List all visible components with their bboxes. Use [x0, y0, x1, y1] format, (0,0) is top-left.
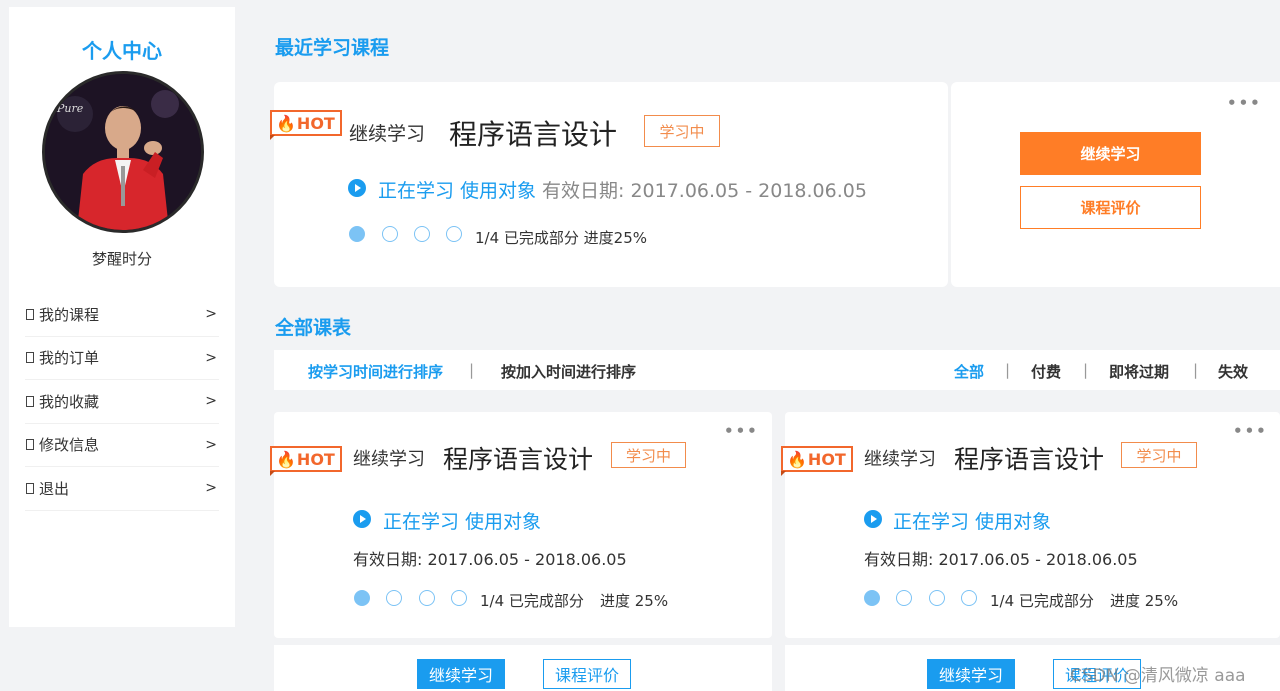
more-icon[interactable]: ••• [724, 422, 759, 440]
avatar-text: Pure [56, 102, 84, 115]
username: 梦醒时分 [91, 250, 152, 268]
filter-all[interactable]: 全部 [954, 361, 984, 382]
play-icon [353, 510, 371, 528]
progress-dot [961, 590, 977, 606]
recent-course-actions: ••• 继续学习 课程评价 [951, 82, 1280, 287]
recent-courses-title: 最近学习课程 [275, 37, 390, 59]
course-card: 🔥 HOT ••• 继续学习 程序语言设计 学习中 正在学习 使用对象 有效日期:… [781, 412, 1280, 638]
continue-study-button[interactable]: 继续学习 [1020, 132, 1201, 175]
sidebar-title: 个人中心 [82, 39, 162, 63]
watermark: CSDN @清风微凉 aaa [1070, 666, 1246, 686]
progress-dot [446, 226, 462, 242]
course-review-button[interactable]: 课程评价 [1020, 186, 1201, 229]
course-card: 🔥 HOT ••• 继续学习 程序语言设计 学习中 正在学习 使用对象 有效日期:… [270, 412, 772, 638]
filter-paid[interactable]: 付费 [1031, 361, 1061, 382]
sidebar-item-my-orders[interactable]: 我的订单 > [25, 337, 219, 380]
continue-study-button[interactable]: 继续学习 [417, 659, 505, 689]
sidebar-item-my-courses[interactable]: 我的课程 > [25, 293, 219, 337]
learning-link[interactable]: 正在学习 使用对象 [893, 507, 1051, 534]
learning-link[interactable]: 正在学习 使用对象 [383, 507, 541, 534]
filter-bar: 按学习时间进行排序 | 按加入时间进行排序 全部 | 付费 | 即将过期 | 失… [274, 350, 1280, 390]
square-icon [26, 482, 34, 494]
progress-dot [382, 226, 398, 242]
continue-label: 继续学习 [864, 449, 936, 470]
hot-badge: 🔥 HOT [781, 446, 853, 476]
progress-dot [386, 590, 402, 606]
chevron-right-icon: > [205, 306, 217, 323]
progress-dot [451, 590, 467, 606]
filter-expiring[interactable]: 即将过期 [1109, 361, 1169, 382]
progress-dot [419, 590, 435, 606]
square-icon [26, 352, 34, 364]
separator: | [1005, 361, 1011, 379]
chevron-right-icon: > [205, 349, 217, 366]
learning-link[interactable]: 正在学习 使用对象 [378, 176, 536, 203]
sidebar-menu: 我的课程 > 我的订单 > 我的收藏 > 修改信息 > 退出 > [25, 293, 219, 511]
progress-percent: 进度 25% [1110, 592, 1179, 610]
flame-icon: 🔥 [276, 449, 296, 469]
separator: | [1193, 361, 1199, 379]
valid-period: 有效日期: 2017.06.05 - 2018.06.05 [353, 550, 627, 569]
square-icon [26, 395, 34, 407]
chevron-right-icon: > [205, 436, 217, 453]
chevron-right-icon: > [205, 393, 217, 410]
sidebar-item-edit-info[interactable]: 修改信息 > [25, 424, 219, 467]
separator: | [469, 361, 475, 379]
filter-invalid[interactable]: 失效 [1218, 361, 1248, 382]
progress-text: 1/4 已完成部分 进度25% [475, 229, 648, 247]
sidebar: 个人中心 Pure 梦醒时分 我的课程 > 我的订单 > 我的收藏 > 修改信息… [9, 7, 235, 627]
flame-icon: 🔥 [787, 449, 807, 469]
course-title[interactable]: 程序语言设计 [443, 440, 593, 476]
hot-badge: 🔥 HOT [270, 110, 342, 140]
hot-label: HOT [807, 449, 846, 469]
course-card-footer: 继续学习 课程评价 [274, 645, 772, 691]
status-badge: 学习中 [644, 115, 720, 147]
valid-period: 有效日期: 2017.06.05 - 2018.06.05 [542, 180, 867, 202]
progress-percent: 进度 25% [600, 592, 669, 610]
flame-icon: 🔥 [276, 113, 296, 133]
status-badge: 学习中 [1121, 442, 1197, 468]
hot-label: HOT [296, 113, 335, 133]
sidebar-item-logout[interactable]: 退出 > [25, 467, 219, 511]
course-title[interactable]: 程序语言设计 [449, 113, 617, 153]
progress-text: 1/4 已完成部分 [990, 592, 1094, 610]
progress-dot [354, 590, 370, 606]
play-icon [864, 510, 882, 528]
sort-by-add-time[interactable]: 按加入时间进行排序 [501, 361, 636, 382]
sidebar-item-my-favorites[interactable]: 我的收藏 > [25, 380, 219, 424]
progress-dot [929, 590, 945, 606]
avatar-image: Pure [45, 74, 201, 230]
chevron-right-icon: > [205, 480, 217, 497]
continue-study-button[interactable]: 继续学习 [927, 659, 1015, 689]
progress-dot [414, 226, 430, 242]
recent-course-panel: 🔥 HOT 继续学习 程序语言设计 学习中 正在学习 使用对象 有效日期: 201… [270, 82, 948, 287]
sidebar-item-label: 我的收藏 [39, 392, 100, 411]
play-icon [348, 179, 366, 197]
all-courses-title: 全部课表 [275, 317, 352, 339]
progress-dot [896, 590, 912, 606]
sort-by-study-time[interactable]: 按学习时间进行排序 [308, 361, 443, 382]
progress-dot [864, 590, 880, 606]
course-title[interactable]: 程序语言设计 [954, 440, 1104, 476]
progress-text: 1/4 已完成部分 [480, 592, 584, 610]
status-badge: 学习中 [611, 442, 686, 468]
valid-period: 有效日期: 2017.06.05 - 2018.06.05 [864, 550, 1138, 569]
progress-dot [349, 226, 365, 242]
square-icon [26, 308, 34, 320]
sidebar-item-label: 我的课程 [39, 305, 100, 324]
continue-label: 继续学习 [353, 449, 425, 470]
more-icon[interactable]: ••• [1233, 422, 1268, 440]
hot-badge: 🔥 HOT [270, 446, 342, 476]
more-icon[interactable]: ••• [1227, 94, 1262, 112]
course-review-button[interactable]: 课程评价 [543, 659, 631, 689]
sidebar-item-label: 修改信息 [39, 436, 100, 455]
separator: | [1083, 361, 1089, 379]
sidebar-item-label: 退出 [39, 479, 70, 498]
avatar[interactable]: Pure [42, 71, 204, 233]
hot-label: HOT [296, 449, 335, 469]
sidebar-item-label: 我的订单 [39, 349, 100, 368]
square-icon [26, 439, 34, 451]
continue-label: 继续学习 [349, 123, 426, 145]
